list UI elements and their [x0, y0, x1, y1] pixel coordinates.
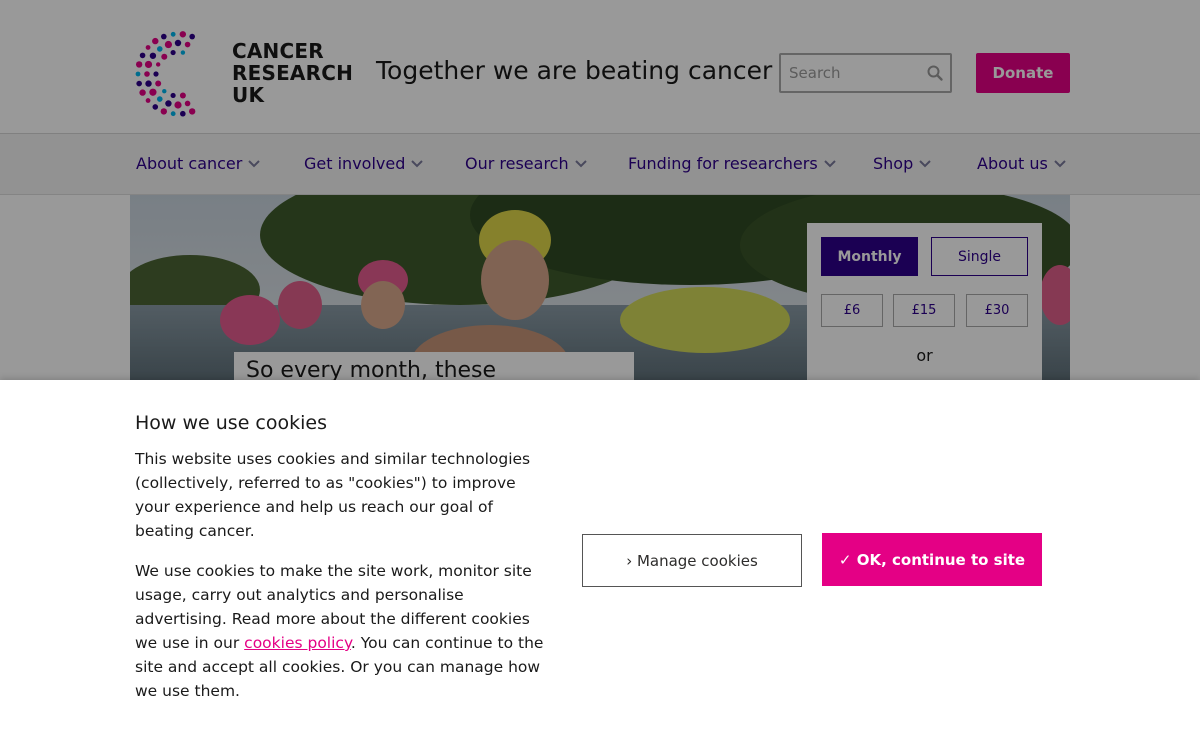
cookie-banner-title: How we use cookies [135, 412, 327, 434]
accept-cookies-button[interactable]: ✓ OK, continue to site [822, 533, 1042, 586]
cookies-policy-link[interactable]: cookies policy [244, 634, 351, 652]
cookie-banner-paragraph-2: We use cookies to make the site work, mo… [135, 559, 555, 703]
cookie-banner: How we use cookies This website uses coo… [0, 380, 1200, 740]
modal-backdrop [0, 0, 1200, 380]
cookie-banner-paragraph-1: This website uses cookies and similar te… [135, 450, 531, 540]
manage-cookies-button[interactable]: › Manage cookies [582, 534, 802, 587]
